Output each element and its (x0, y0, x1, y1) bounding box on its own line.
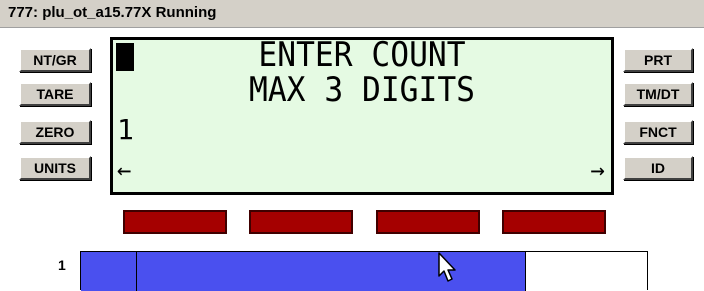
display-prompt-line2: MAX 3 DIGITS (248, 70, 475, 110)
units-button[interactable]: UNITS (19, 156, 91, 180)
display-input-value: 1 (117, 113, 134, 146)
prt-button[interactable]: PRT (623, 48, 693, 72)
nt-gr-button[interactable]: NT/GR (19, 48, 91, 72)
zero-button[interactable]: ZERO (19, 120, 91, 144)
bar-divider (525, 252, 526, 291)
id-button[interactable]: ID (623, 156, 693, 180)
softkey-4[interactable] (502, 210, 606, 234)
tm-dt-button[interactable]: TM/DT (623, 82, 693, 106)
display-prompt-line1: ENTER COUNT (258, 35, 466, 75)
bar-divider (136, 252, 137, 291)
window-title-bar: 777: plu_ot_a15.77X Running (0, 0, 704, 28)
softkey-1[interactable] (123, 210, 227, 234)
left-arrow-icon: ← (117, 156, 132, 184)
text-cursor-block (116, 43, 134, 71)
lcd-display: ENTER COUNT MAX 3 DIGITS 1 ← → (110, 37, 614, 195)
mouse-pointer-icon (438, 252, 456, 282)
softkey-3[interactable] (376, 210, 480, 234)
fnct-button[interactable]: FNCT (623, 120, 693, 144)
target-bar (80, 251, 648, 291)
right-arrow-icon: → (590, 156, 605, 184)
softkey-2[interactable] (249, 210, 353, 234)
window-title: 777: plu_ot_a15.77X Running (8, 4, 217, 21)
track-label: 1 (58, 257, 66, 273)
tare-button[interactable]: TARE (19, 82, 91, 106)
